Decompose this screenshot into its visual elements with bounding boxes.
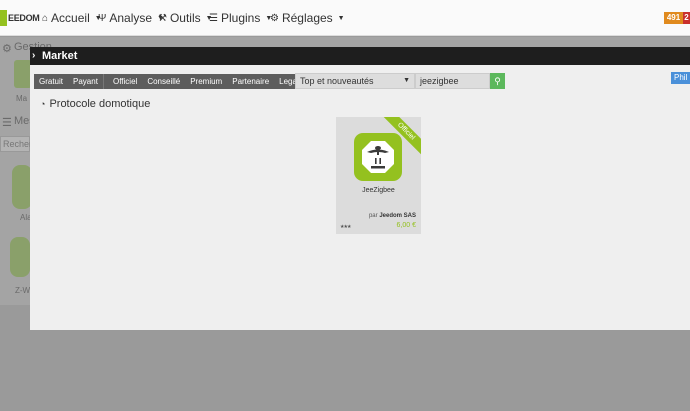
sort-select[interactable]: Top et nouveautés ▼ bbox=[295, 73, 415, 89]
nav-accueil[interactable]: ⌂ Accueil ▼ bbox=[42, 11, 102, 25]
bg-search-input: Rechercher bbox=[0, 136, 50, 152]
modal-header: › Market bbox=[30, 47, 690, 65]
caret-down-icon: ▼ bbox=[337, 14, 345, 22]
type-filter-group: Officiel Conseillé Premium Partenaire Le… bbox=[108, 74, 325, 89]
logo-mark bbox=[0, 10, 7, 26]
search-input[interactable]: jeezigbee bbox=[415, 73, 490, 89]
message-count-badge[interactable]: 491 bbox=[664, 12, 683, 24]
author-prefix: par bbox=[368, 213, 378, 219]
jeedom-logo[interactable]: EEDOM bbox=[0, 8, 40, 30]
home-icon: ⌂ bbox=[42, 12, 49, 24]
search-button[interactable]: ⚲ bbox=[490, 73, 505, 89]
filter-premium[interactable]: Premium bbox=[185, 74, 227, 89]
filter-conseille[interactable]: Conseillé bbox=[142, 74, 185, 89]
nav-outils-label: Outils bbox=[169, 11, 201, 25]
logo-text: EEDOM bbox=[8, 13, 40, 23]
filter-partenaire[interactable]: Partenaire bbox=[227, 74, 274, 89]
update-count-badge[interactable]: 2 bbox=[683, 12, 690, 24]
author-name: Jeedom SAS bbox=[379, 213, 416, 219]
sort-select-value: Top et nouveautés bbox=[300, 76, 374, 86]
plugin-price: 6,00 € bbox=[396, 222, 416, 229]
gear-icon: ⚙ bbox=[270, 12, 279, 24]
modal-title: Market bbox=[42, 50, 78, 62]
chevron-right-icon: › bbox=[32, 50, 36, 61]
bg-market-label: Ma bbox=[16, 94, 28, 103]
nav-accueil-label: Accueil bbox=[51, 11, 90, 25]
section-title-label: Protocole domotique bbox=[49, 98, 151, 110]
top-navbar: EEDOM ⌂ Accueil ▼ Ψ Analyse ▼ ⚒ Outils ▼… bbox=[0, 0, 690, 36]
jeezigbee-icon bbox=[354, 133, 402, 181]
caret-down-icon: ▼ bbox=[403, 77, 410, 84]
filter-gratuit[interactable]: Gratuit bbox=[34, 74, 68, 89]
wrench-icon: ⚒ bbox=[158, 12, 167, 24]
nav-plugins[interactable]: ☰ Plugins ▼ bbox=[209, 11, 272, 25]
lock-icon bbox=[12, 165, 32, 209]
stethoscope-icon: Ψ bbox=[98, 12, 107, 24]
zwave-icon bbox=[10, 237, 30, 277]
rating-stars: ★★★ bbox=[340, 224, 351, 230]
nav-outils[interactable]: ⚒ Outils ▼ bbox=[158, 11, 213, 25]
right-action-button[interactable]: Phil bbox=[671, 72, 690, 84]
market-modal: › Market Gratuit Payant × Officiel Conse… bbox=[30, 47, 690, 330]
list-icon: ☰ bbox=[2, 117, 12, 129]
plugin-author: par Jeedom SAS bbox=[369, 213, 416, 219]
rss-icon: ◔ bbox=[40, 99, 46, 109]
nav-reglages[interactable]: ⚙ Réglages ▼ bbox=[270, 11, 345, 25]
filter-officiel[interactable]: Officiel bbox=[108, 74, 142, 89]
gear-icon: ⚙ bbox=[2, 43, 12, 55]
plugin-name: JeeZigbee bbox=[362, 187, 395, 194]
nav-analyse-label: Analyse bbox=[109, 11, 153, 25]
section-title: ◔ Protocole domotique bbox=[40, 98, 150, 110]
nav-plugins-label: Plugins bbox=[220, 11, 261, 25]
plugin-card-jeezigbee[interactable]: Officiel JeeZigbee par Jeedom SAS ★★★ 6,… bbox=[336, 117, 421, 234]
price-filter-group: Gratuit Payant × bbox=[34, 74, 118, 89]
filter-payant[interactable]: Payant bbox=[68, 74, 103, 89]
tasks-icon: ☰ bbox=[209, 12, 218, 24]
search-icon: ⚲ bbox=[494, 76, 501, 86]
nav-reglages-label: Réglages bbox=[281, 11, 333, 25]
nav-analyse[interactable]: Ψ Analyse ▼ bbox=[98, 11, 164, 25]
